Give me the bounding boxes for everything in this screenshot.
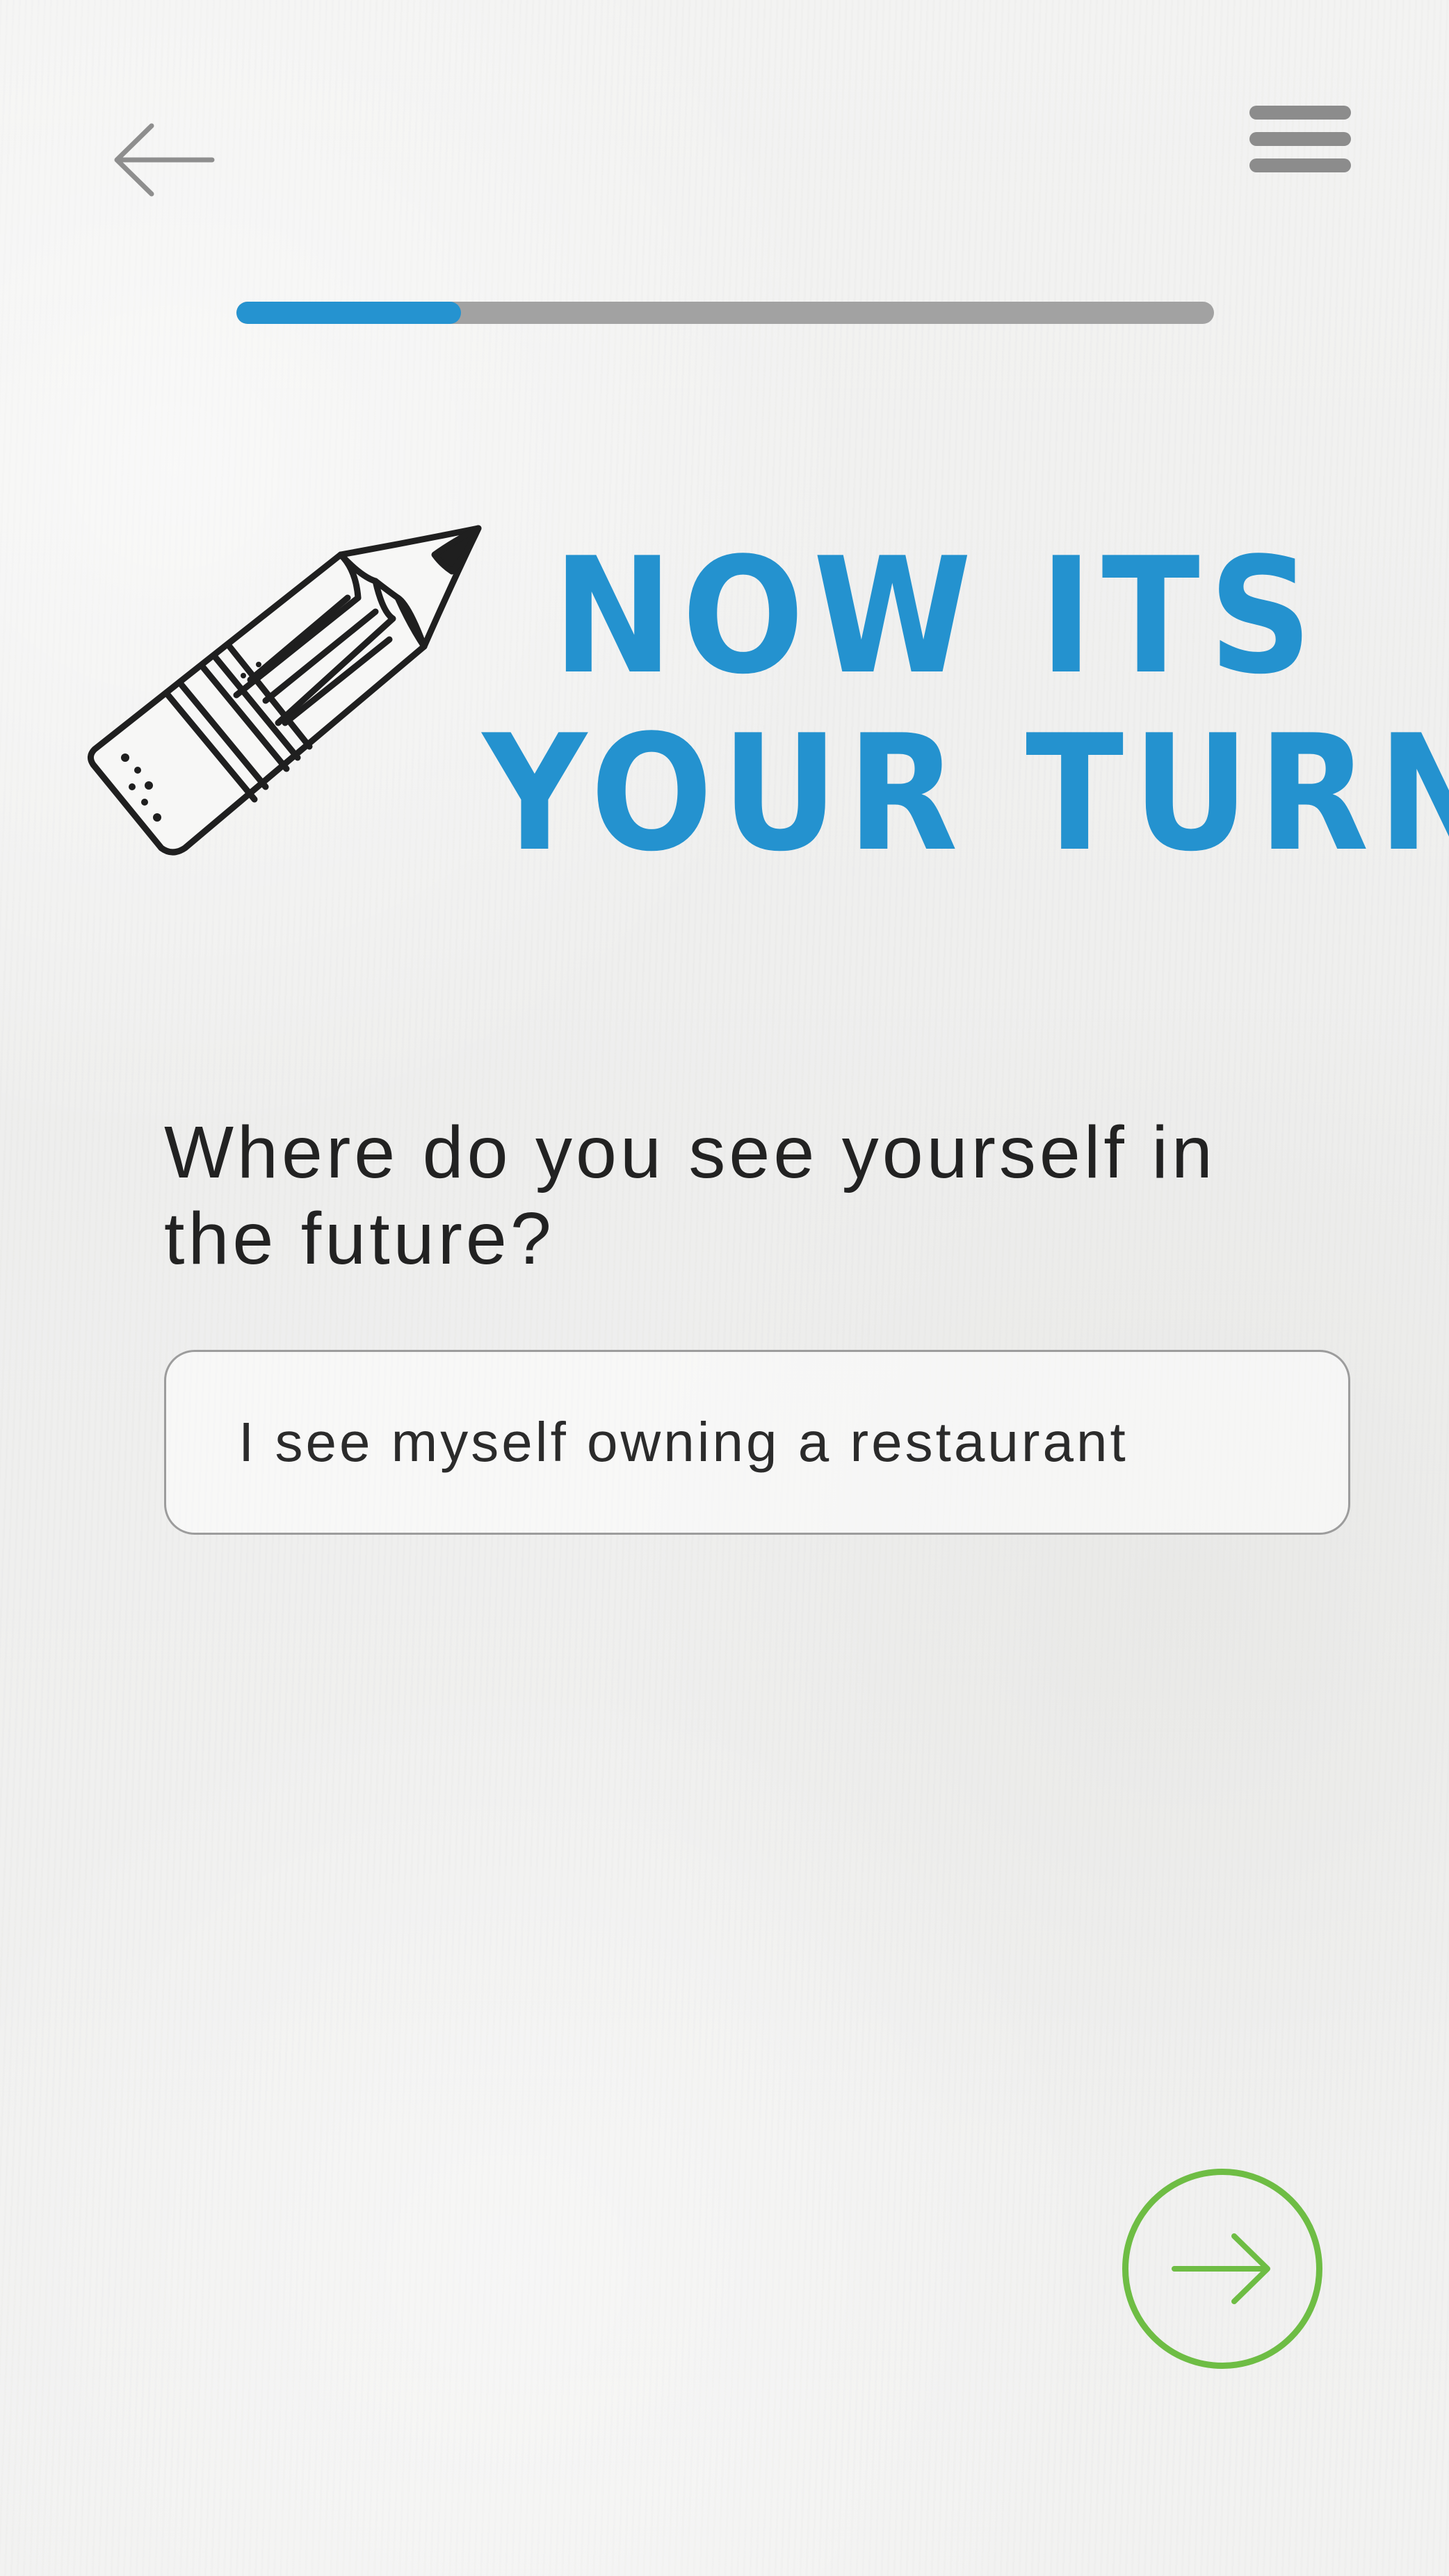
back-button[interactable] [111,118,216,202]
hamburger-menu-icon [1249,106,1351,172]
page-title: NOW ITS YOUR TURN [483,524,1449,887]
answer-input[interactable]: I see myself owning a restaurant [164,1350,1350,1535]
menu-button[interactable] [1245,97,1356,181]
next-button[interactable] [1122,2169,1322,2369]
arrow-right-icon [1172,2233,1270,2304]
title-line-2: YOUR TURN [483,701,1449,887]
answer-value: I see myself owning a restaurant [238,1411,1128,1473]
title-line-1: NOW ITS [552,524,1321,710]
pencil-icon [88,525,482,856]
progress-bar-fill [236,302,462,324]
question-label: Where do you see yourself in the future? [164,1111,1216,1280]
arrow-left-icon [114,123,215,197]
progress-bar [236,302,1214,324]
